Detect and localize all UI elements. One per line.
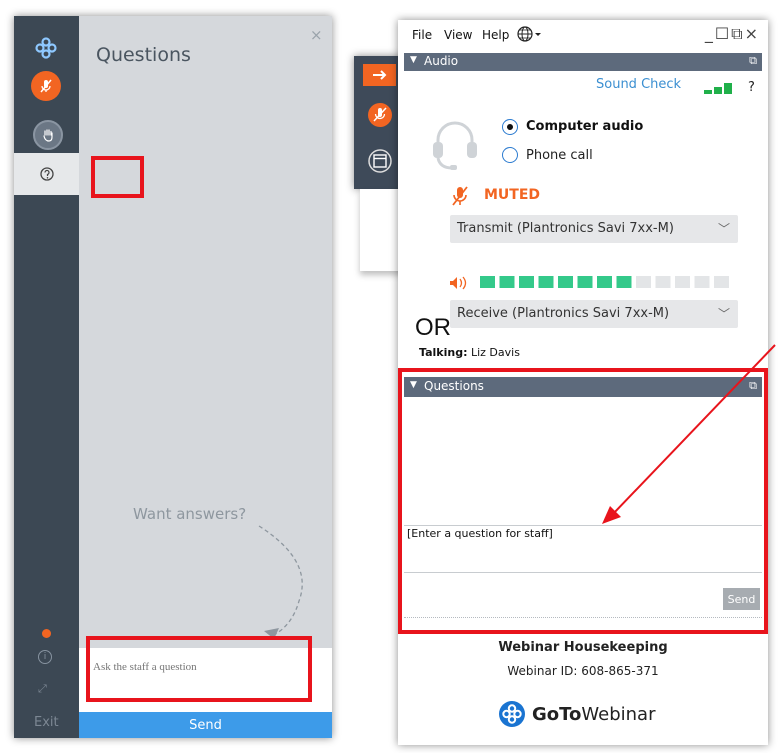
phone-call-radio[interactable] [502,147,518,163]
window-controls[interactable]: _☐⧉× [705,24,760,44]
webinar-title: Webinar Housekeeping [498,640,668,655]
menu-file[interactable]: File [412,28,432,42]
status-dot [42,629,51,638]
brand-name: GoToWebinar [532,704,656,725]
webinar-id: Webinar ID: 608-865-371 [507,664,659,678]
help-icon[interactable]: ? [748,80,755,95]
level-segment [616,276,632,288]
gotowebinar-logo-icon [499,701,525,727]
phone-call-label[interactable]: Phone call [526,148,593,163]
sound-check-link[interactable]: Sound Check [596,77,681,92]
level-segment [480,276,495,288]
window-icon [367,148,392,173]
close-icon[interactable]: × [310,26,323,44]
brand-bold: GoTo [532,703,582,725]
audio-section-header[interactable]: ▼ Audio ⧉ [404,53,762,71]
exit-button[interactable]: Exit [34,715,59,730]
speaker-icon [450,276,467,290]
talking-name: Liz Davis [470,346,520,359]
highlight-box-questions-pane [398,368,768,634]
toolbar-mute-button[interactable] [363,98,396,131]
want-answers-hint: Want answers? [133,505,247,523]
computer-audio-radio[interactable] [502,119,518,135]
expand-icon[interactable]: ⤢ [38,682,47,696]
send-button[interactable]: Send [79,712,332,738]
level-segment [675,276,690,288]
mute-microphone-button[interactable] [31,71,61,101]
question-bubble-icon [39,167,54,181]
talking-label: Talking: [419,346,468,359]
questions-tab[interactable] [14,153,79,195]
computer-audio-label[interactable]: Computer audio [526,119,643,134]
expand-panel-button[interactable] [363,64,396,86]
transmit-device-value: Transmit (Plantronics Savi 7xx-M) [457,221,674,236]
gotowebinar-control-panel: File View Help _☐⧉× ▼ Audio ⧉ Sound Chec… [398,20,768,745]
muted-status: MUTED [484,187,541,203]
receive-device-value: Receive (Plantronics Savi 7xx-M) [457,306,670,321]
dashed-arrow-icon [258,525,303,639]
gotowebinar-logo-icon [31,33,61,63]
level-segment [538,276,554,288]
level-segment [636,276,651,288]
audio-header-label: Audio [424,54,459,68]
toolbar-window-button[interactable] [363,144,396,177]
muted-mic-icon [367,102,392,127]
popout-icon[interactable]: ⧉ [749,54,757,68]
language-globe-icon[interactable] [516,25,542,46]
muted-mic-icon [40,79,52,93]
info-icon[interactable]: i [38,650,52,664]
level-segment [519,276,534,288]
highlight-box-question-input [86,636,312,702]
panel-title: Questions [96,44,191,66]
receive-device-dropdown[interactable]: Receive (Plantronics Savi 7xx-M) ﹀ [450,300,738,328]
level-segment [714,276,729,288]
questions-panel: i ⤢ Exit Questions × Want answers? Send [14,16,332,738]
level-segment [577,276,593,288]
left-sidebar: i ⤢ Exit [14,16,79,738]
headset-icon [433,121,477,170]
collapse-triangle-icon[interactable]: ▼ [410,55,417,65]
brand-regular: Webinar [581,703,656,725]
speaker-level-meter [480,276,729,288]
menu-view[interactable]: View [444,28,472,42]
level-segment [694,276,710,288]
level-segment [655,276,671,288]
chevron-down-icon: ﹀ [717,307,730,321]
chevron-down-icon: ﹀ [717,222,730,236]
level-segment [597,276,612,288]
gotowebinar-brand: GoToWebinar [498,700,656,728]
level-segment [558,276,573,288]
menu-bar: File View Help _☐⧉× [398,20,768,50]
raise-hand-button[interactable] [33,120,63,150]
hand-icon [43,129,53,142]
muted-mic-icon[interactable] [450,185,470,207]
highlight-box-questions-tab [91,156,144,198]
signal-strength-icon [704,83,732,94]
or-label: OR [415,314,451,341]
arrow-right-icon [372,70,386,80]
menu-help[interactable]: Help [482,28,509,42]
transmit-device-dropdown[interactable]: Transmit (Plantronics Savi 7xx-M) ﹀ [450,215,738,243]
talking-indicator: Talking: Liz Davis [419,346,520,359]
level-segment [499,276,515,288]
